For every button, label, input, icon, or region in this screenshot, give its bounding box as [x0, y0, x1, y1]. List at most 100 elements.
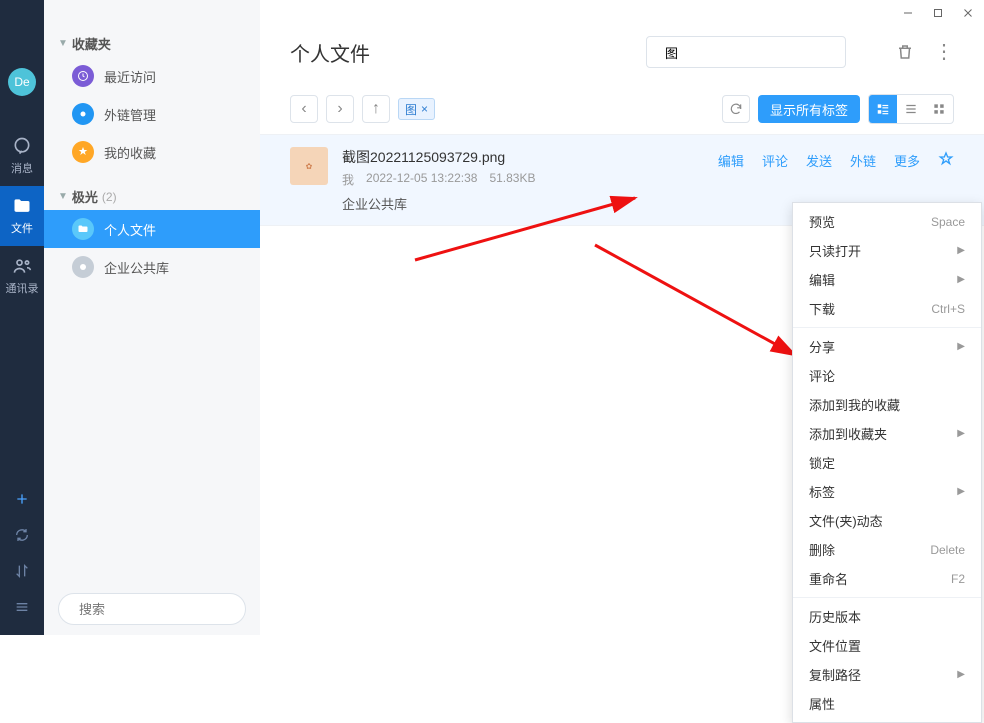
refresh-icon	[729, 102, 743, 116]
sidebar-section-favorites[interactable]: ▼ 收藏夹	[44, 30, 260, 57]
menu-comment[interactable]: 评论	[793, 361, 981, 390]
menu-tags[interactable]: 标签▶	[793, 477, 981, 506]
file-owner: 我	[342, 171, 354, 188]
file-info: 截图20221125093729.png 我 2022-12-05 13:22:…	[342, 147, 704, 213]
list-detail-icon	[876, 102, 890, 116]
transfer-icon[interactable]	[14, 563, 30, 579]
sidebar-item-recent[interactable]: 最近访问	[44, 57, 260, 95]
sidebar-item-links[interactable]: 外链管理	[44, 95, 260, 133]
sidebar-search[interactable]	[58, 593, 246, 625]
chevron-right-icon: ▶	[957, 486, 965, 497]
app-rail: De 消息 文件 通讯录	[0, 0, 44, 635]
menu-label: 重命名	[809, 569, 848, 588]
menu-edit[interactable]: 编辑▶	[793, 265, 981, 294]
menu-shortcut: Ctrl+S	[931, 302, 965, 316]
folder-icon	[72, 218, 94, 240]
file-location: 企业公共库	[342, 194, 704, 213]
search-box[interactable]	[646, 36, 846, 68]
sidebar-item-label: 我的收藏	[104, 143, 156, 162]
action-edit[interactable]: 编辑	[718, 151, 744, 170]
plus-icon[interactable]	[14, 491, 30, 507]
chevron-right-icon: ▶	[957, 428, 965, 439]
menu-preview[interactable]: 预览 Space	[793, 207, 981, 236]
rail-item-files[interactable]: 文件	[0, 186, 44, 246]
rail-item-messages[interactable]: 消息	[0, 126, 44, 186]
action-send[interactable]: 发送	[806, 151, 832, 170]
chevron-right-icon: ▶	[957, 669, 965, 680]
view-list-button[interactable]	[869, 95, 897, 123]
filter-chip[interactable]: 图 ×	[398, 98, 435, 120]
menu-label: 文件位置	[809, 636, 861, 655]
view-toggle	[868, 94, 954, 124]
library-icon	[72, 256, 94, 278]
menu-label: 只读打开	[809, 241, 861, 260]
sync-icon[interactable]	[14, 527, 30, 543]
chip-label: 图	[405, 101, 417, 118]
menu-label: 预览	[809, 212, 835, 231]
menu-label: 复制路径	[809, 665, 861, 684]
maximize-icon[interactable]	[932, 7, 944, 19]
menu-icon[interactable]	[14, 599, 30, 615]
search-input[interactable]	[665, 45, 841, 60]
favorite-icon[interactable]	[938, 151, 954, 167]
more-icon[interactable]: ⋮	[934, 42, 954, 62]
action-link[interactable]: 外链	[850, 151, 876, 170]
sidebar-item-label: 外链管理	[104, 105, 156, 124]
menu-lock[interactable]: 锁定	[793, 448, 981, 477]
page-title: 个人文件	[290, 38, 370, 67]
grid-icon	[932, 102, 946, 116]
menu-rename[interactable]: 重命名F2	[793, 564, 981, 593]
avatar[interactable]: De	[8, 68, 36, 96]
folder-icon	[12, 196, 32, 216]
sidebar-item-myfav[interactable]: 我的收藏	[44, 133, 260, 171]
context-menu: 预览Space 只读打开▶ 编辑▶ 下载Ctrl+S 分享▶ 评论 添加到我的收…	[792, 202, 982, 723]
chat-icon	[12, 136, 32, 156]
sidebar-item-label: 个人文件	[104, 220, 156, 239]
contacts-icon	[12, 256, 32, 276]
rail-item-contacts[interactable]: 通讯录	[0, 246, 44, 306]
view-compact-button[interactable]	[897, 95, 925, 123]
section-label: 极光	[72, 187, 98, 206]
sidebar-item-label: 最近访问	[104, 67, 156, 86]
menu-copy-path[interactable]: 复制路径 ▶	[793, 660, 981, 689]
action-comment[interactable]: 评论	[762, 151, 788, 170]
minimize-icon[interactable]	[902, 7, 914, 19]
menu-label: 添加到收藏夹	[809, 424, 887, 443]
action-more[interactable]: 更多	[894, 151, 920, 170]
menu-readonly-open[interactable]: 只读打开▶	[793, 236, 981, 265]
chip-close-icon[interactable]: ×	[421, 102, 428, 116]
content-header: 个人文件 ⋮	[260, 26, 984, 88]
menu-add-fav-folder[interactable]: 添加到收藏夹 ▶	[793, 419, 981, 448]
menu-share[interactable]: 分享▶	[793, 332, 981, 361]
sidebar-item-enterprise-lib[interactable]: 企业公共库	[44, 248, 260, 286]
show-all-tags-button[interactable]: 显示所有标签	[758, 95, 860, 123]
titlebar	[260, 0, 984, 26]
nav-forward-button[interactable]: ›	[326, 95, 354, 123]
refresh-button[interactable]	[722, 95, 750, 123]
menu-label: 添加到我的收藏	[809, 395, 900, 414]
trash-icon[interactable]	[896, 43, 914, 61]
nav-back-button[interactable]: ‹	[290, 95, 318, 123]
sidebar-section-jiguang[interactable]: ▼ 极光 (2)	[44, 183, 260, 210]
menu-history[interactable]: 历史版本	[793, 602, 981, 631]
view-grid-button[interactable]	[925, 95, 953, 123]
sidebar-item-label: 企业公共库	[104, 258, 169, 277]
menu-shortcut: Space	[931, 215, 965, 229]
menu-label: 分享	[809, 337, 835, 356]
section-label: 收藏夹	[72, 34, 111, 53]
sidebar-item-personal-files[interactable]: 个人文件	[44, 210, 260, 248]
menu-label: 评论	[809, 366, 835, 385]
menu-activity[interactable]: 文件(夹)动态	[793, 506, 981, 535]
menu-delete[interactable]: 删除Delete	[793, 535, 981, 564]
caret-down-icon: ▼	[58, 38, 68, 49]
sidebar-search-input[interactable]	[79, 602, 255, 617]
menu-label: 锁定	[809, 453, 835, 472]
star-icon	[72, 141, 94, 163]
menu-properties[interactable]: 属性	[793, 689, 981, 718]
menu-location[interactable]: 文件位置	[793, 631, 981, 660]
nav-up-button[interactable]: ↑	[362, 95, 390, 123]
file-mtime: 2022-12-05 13:22:38	[366, 171, 477, 188]
menu-add-my-fav[interactable]: 添加到我的收藏	[793, 390, 981, 419]
menu-download[interactable]: 下载Ctrl+S	[793, 294, 981, 323]
close-icon[interactable]	[962, 7, 974, 19]
